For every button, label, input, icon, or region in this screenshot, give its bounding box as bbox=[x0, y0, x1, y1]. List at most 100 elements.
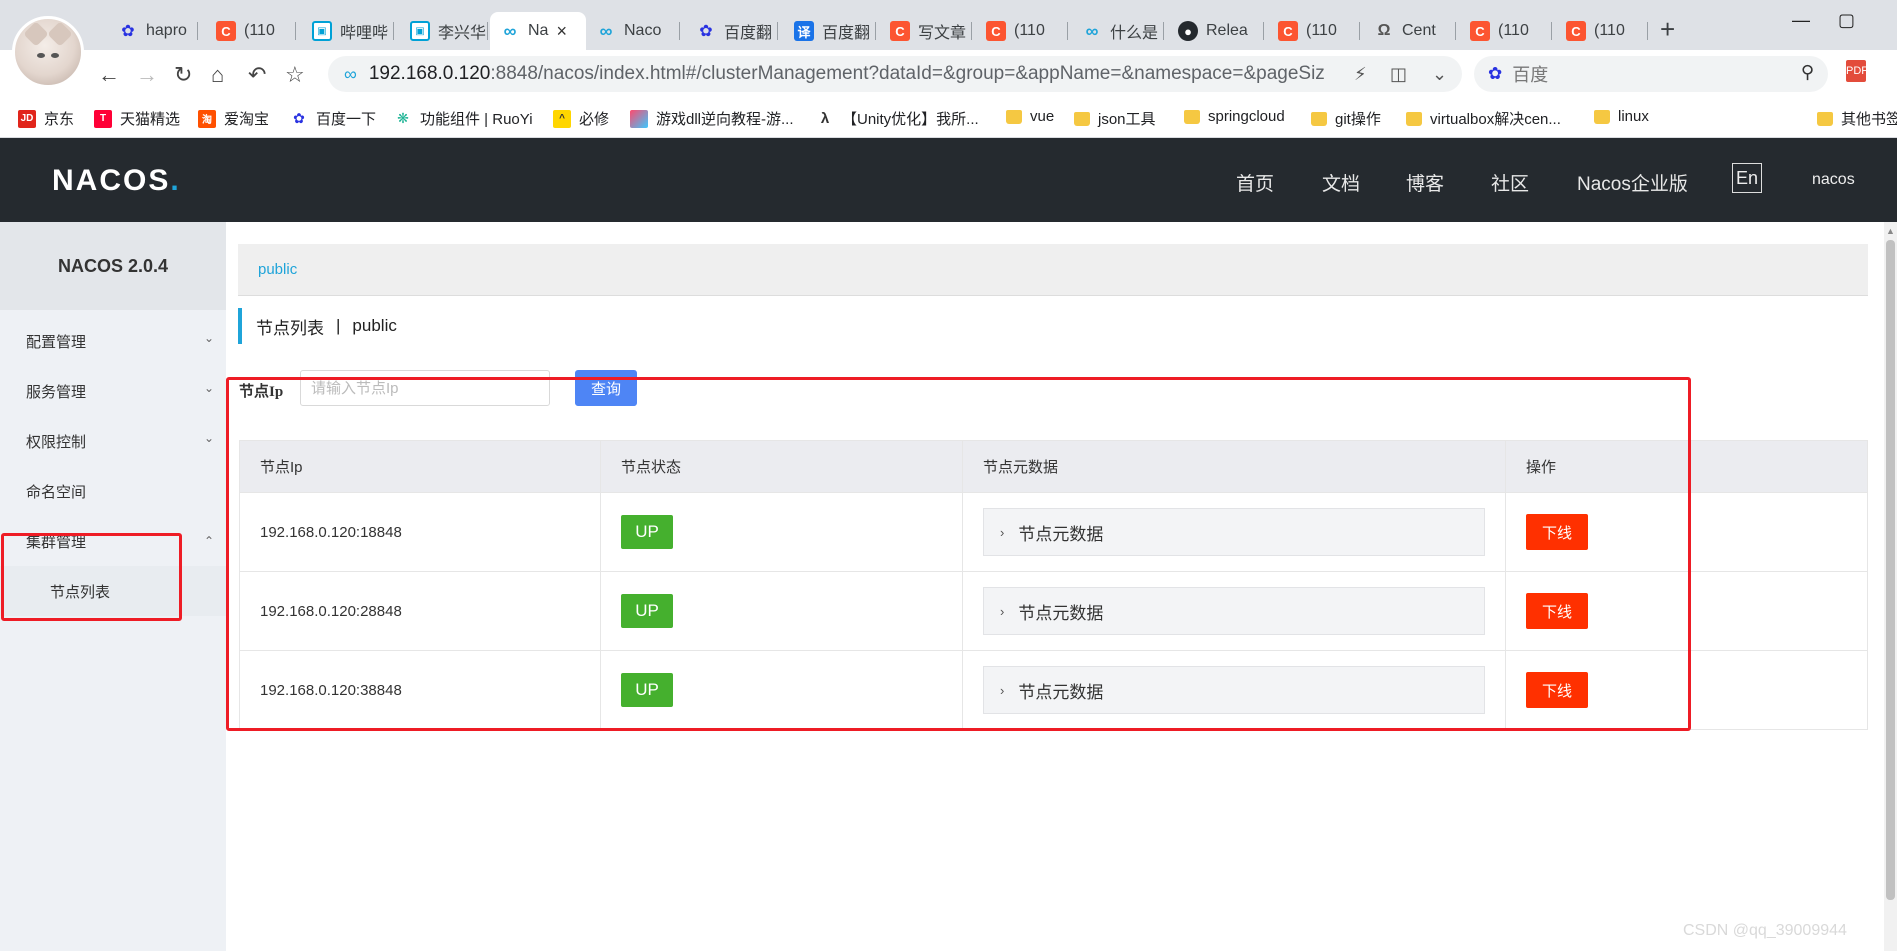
bookmark-label: 游戏dll逆向教程-游... bbox=[656, 111, 794, 128]
bookmark-item[interactable]: ❋ 功能组件 | RuoYi bbox=[394, 108, 533, 129]
browser-tab[interactable]: C (110 bbox=[1556, 12, 1648, 50]
namespace-link-public[interactable]: public bbox=[258, 261, 297, 278]
sidebar-item-auth[interactable]: 权限控制 ⌄ bbox=[0, 416, 226, 466]
csdn-icon: C bbox=[986, 21, 1006, 41]
bookmark-label: 【Unity优化】我所... bbox=[842, 111, 979, 128]
bookmark-label: 百度一下 bbox=[316, 111, 377, 128]
language-toggle-button[interactable]: En bbox=[1732, 163, 1762, 193]
page-scrollbar[interactable]: ▲ bbox=[1884, 222, 1897, 951]
tab-label: (110 bbox=[1306, 22, 1337, 39]
tab-label: 什么是 bbox=[1110, 25, 1159, 42]
close-icon[interactable]: × bbox=[556, 21, 567, 42]
bookmark-item[interactable]: ✿ 百度一下 bbox=[290, 108, 376, 129]
lightning-icon[interactable]: ⚡ bbox=[1354, 64, 1367, 85]
bookmark-item[interactable]: λ 【Unity优化】我所... bbox=[816, 108, 979, 129]
tab-separator bbox=[1359, 22, 1360, 40]
bookmark-item[interactable]: JD 京东 bbox=[18, 108, 74, 129]
chevron-down-icon[interactable]: ⌄ bbox=[1432, 64, 1447, 85]
bookmark-item[interactable]: springcloud bbox=[1184, 108, 1285, 125]
menu-home[interactable]: 首页 bbox=[1236, 169, 1274, 196]
bookmark-item[interactable]: 游戏dll逆向教程-游... bbox=[630, 108, 794, 129]
profile-avatar[interactable] bbox=[12, 16, 84, 88]
reload-icon[interactable]: ↻ bbox=[174, 62, 192, 88]
browser-tab[interactable]: ∞ 什么是 bbox=[1072, 12, 1164, 50]
scroll-up-icon[interactable]: ▲ bbox=[1886, 226, 1895, 236]
bili-icon: ▣ bbox=[410, 21, 430, 41]
browser-tab[interactable]: ▣ 李兴华 bbox=[400, 12, 488, 50]
bili-icon: ▣ bbox=[312, 21, 332, 41]
sidebar-item-namespace[interactable]: 命名空间 bbox=[0, 466, 226, 516]
centos-icon: Ω bbox=[1377, 22, 1391, 39]
bookmark-item[interactable]: git操作 bbox=[1311, 108, 1381, 129]
bookmark-item[interactable]: 淘爱淘宝 bbox=[198, 108, 269, 129]
unity-icon: λ bbox=[820, 110, 830, 127]
tab-label: hapro bbox=[146, 22, 187, 39]
bookmark-item[interactable]: vue bbox=[1006, 108, 1054, 125]
browser-tab[interactable]: ∞ Na × bbox=[490, 12, 586, 50]
address-bar[interactable]: ∞ 192.168.0.120:8848/nacos/index.html#/c… bbox=[328, 56, 1462, 92]
scrollbar-thumb[interactable] bbox=[1886, 240, 1895, 900]
bookmark-label: 爱淘宝 bbox=[224, 111, 270, 128]
bookmarks-bar: JD 京东 T 天猫精选淘爱淘宝 ✿ 百度一下 ❋ 功能组件 | RuoYi ^ 必修 游戏dll逆… bbox=[0, 98, 1897, 138]
chevron-down-icon: ⌄ bbox=[203, 431, 214, 445]
annotation-box-sidebar bbox=[1, 533, 182, 621]
browser-tab[interactable]: C 写文章 bbox=[880, 12, 972, 50]
tab-label: (110 bbox=[1594, 22, 1625, 39]
maximize-icon[interactable]: ▢ bbox=[1838, 10, 1855, 31]
csdn-icon: C bbox=[1470, 21, 1490, 41]
browser-tab[interactable]: C (110 bbox=[976, 12, 1068, 50]
browser-tab[interactable]: 译百度翻 bbox=[784, 12, 876, 50]
home-icon[interactable]: ⌂ bbox=[211, 62, 224, 88]
menu-community[interactable]: 社区 bbox=[1491, 169, 1529, 196]
bookmark-item[interactable]: virtualbox解决cen... bbox=[1406, 108, 1561, 129]
csdn-icon: C bbox=[890, 21, 910, 41]
browser-tab[interactable]: C (110 bbox=[1460, 12, 1552, 50]
browser-tab[interactable]: C (110 bbox=[206, 12, 296, 50]
browser-tab[interactable]: ✿ hapro bbox=[108, 12, 198, 50]
browser-tab[interactable]: ∞ Naco bbox=[586, 12, 680, 50]
game-icon bbox=[630, 109, 648, 128]
sidebar-item-config[interactable]: 配置管理 ⌄ bbox=[0, 316, 226, 366]
back-icon[interactable]: ← bbox=[98, 62, 120, 88]
browser-tab-strip: ✿ hapro C (110 ▣ 哔哩哔 ▣ 李兴华 ∞ Na × ∞ Naco ✿ 百度翻译百度翻 C 写文章… bbox=[0, 0, 1897, 88]
baidu-icon: ✿ bbox=[293, 110, 305, 126]
bookmark-label: 功能组件 | RuoYi bbox=[420, 111, 533, 128]
folder-icon bbox=[1817, 111, 1833, 126]
pdf-extension-icon[interactable]: PDF bbox=[1846, 60, 1868, 82]
bookmark-item[interactable]: T 天猫精选 bbox=[94, 108, 180, 129]
menu-docs[interactable]: 文档 bbox=[1322, 169, 1360, 196]
new-tab-button[interactable]: + bbox=[1660, 14, 1675, 45]
csdn-icon: C bbox=[216, 21, 236, 41]
ruoyi-icon: ❋ bbox=[397, 110, 409, 126]
search-engine-box[interactable]: ✿ 百度 ⚲ bbox=[1474, 56, 1828, 92]
bookmark-item[interactable]: ^ 必修 bbox=[553, 108, 609, 129]
bookmark-label: json工具 bbox=[1098, 111, 1156, 128]
nacos-logo[interactable]: NACOS. bbox=[52, 164, 181, 198]
forward-icon[interactable]: → bbox=[136, 62, 158, 88]
bookmark-label: virtualbox解决cen... bbox=[1430, 111, 1561, 128]
tab-label: 百度翻 bbox=[724, 25, 773, 42]
browser-tab[interactable]: ✿ 百度翻 bbox=[686, 12, 778, 50]
bookmark-item[interactable]: json工具 bbox=[1074, 108, 1156, 129]
minimize-icon[interactable]: — bbox=[1792, 10, 1810, 31]
tab-separator bbox=[295, 22, 296, 40]
undo-icon[interactable]: ↶ bbox=[248, 62, 266, 88]
star-icon[interactable]: ☆ bbox=[285, 62, 305, 88]
tab-label: 李兴华 bbox=[438, 25, 487, 42]
menu-enterprise[interactable]: Nacos企业版 bbox=[1577, 169, 1688, 196]
tab-separator bbox=[197, 22, 198, 40]
bookmark-label: linux bbox=[1618, 108, 1649, 125]
browser-tab[interactable]: ▣ 哔哩哔 bbox=[302, 12, 394, 50]
bookmark-item[interactable]: linux bbox=[1594, 108, 1649, 125]
user-name[interactable]: nacos bbox=[1812, 171, 1855, 189]
browser-tab[interactable]: ● Relea bbox=[1168, 12, 1264, 50]
tab-label: (110 bbox=[244, 22, 275, 39]
bookmark-item[interactable]: 其他书签 bbox=[1817, 108, 1897, 129]
browser-tab[interactable]: C (110 bbox=[1268, 12, 1360, 50]
translate-icon[interactable]: ◫ bbox=[1390, 64, 1407, 85]
menu-blog[interactable]: 博客 bbox=[1406, 169, 1444, 196]
bookmark-label: 必修 bbox=[579, 111, 610, 128]
browser-tab[interactable]: Ω Cent bbox=[1364, 12, 1456, 50]
sidebar-item-service[interactable]: 服务管理 ⌄ bbox=[0, 366, 226, 416]
search-icon[interactable]: ⚲ bbox=[1801, 62, 1814, 83]
